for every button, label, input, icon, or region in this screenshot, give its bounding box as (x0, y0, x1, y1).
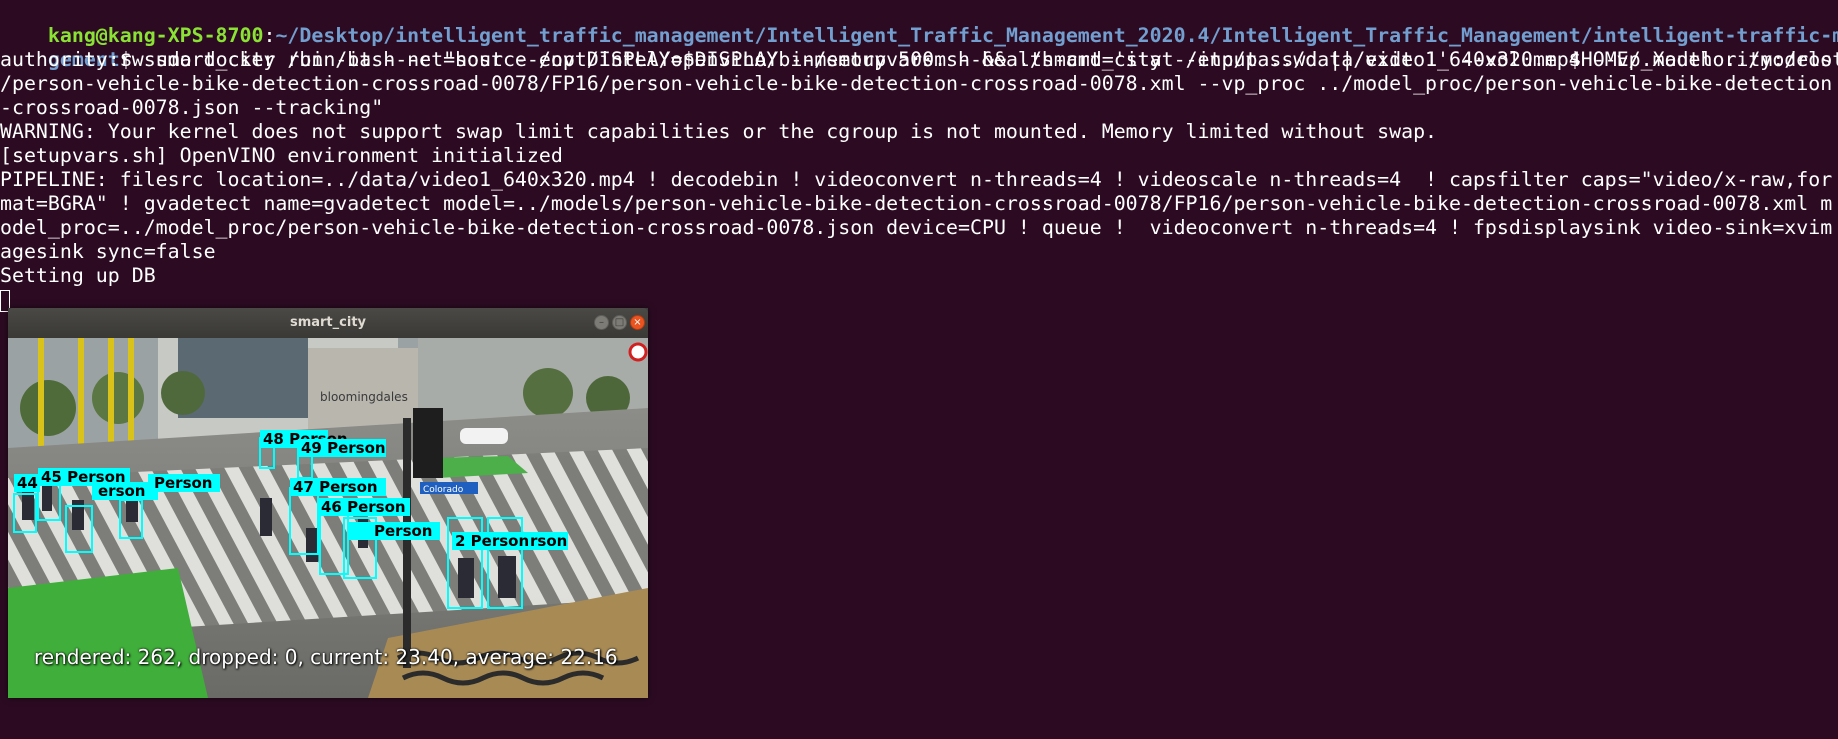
tree (523, 368, 573, 418)
smart-city-window[interactable]: smart_city – □ × bloomingdales Colorado … (8, 308, 648, 698)
tree (161, 371, 205, 415)
maximize-button[interactable]: □ (612, 315, 627, 330)
terminal-output-line: Setting up DB (0, 264, 156, 287)
street-scene: bloomingdales Colorado 48 49 Person 45 P… (8, 338, 648, 698)
no-turn-sign (628, 342, 648, 362)
detection-label: 49 Person (301, 439, 386, 457)
terminal-output-line: agesink sync=false (0, 240, 216, 263)
terminal-output-line: odel_proc=../model_proc/person-vehicle-b… (0, 216, 1833, 239)
fps-overlay: rendered: 262, dropped: 0, current: 23.4… (34, 645, 618, 669)
terminal-output-line: WARNING: Your kernel does not support sw… (0, 120, 1438, 143)
street-sign-text: Colorado (423, 485, 464, 495)
terminal-output-line: [setupvars.sh] OpenVINO environment init… (0, 144, 563, 167)
terminal-output-line: /person-vehicle-bike-detection-crossroad… (0, 72, 1833, 95)
detection-label: 2 Person (455, 532, 529, 550)
minimize-button[interactable]: – (594, 315, 609, 330)
detection-label: erson (98, 482, 145, 500)
detection-label: Person (374, 522, 432, 540)
bike-lane (8, 568, 208, 698)
terminal-line-prompt-1: kang@kang-XPS-8700:~/Desktop/intelligent… (0, 0, 1838, 47)
tree (92, 372, 144, 424)
terminal-line-prompt-2: gement$ sudo docker run -it --net=host -… (0, 24, 1838, 71)
detection-label: rson (530, 532, 567, 550)
tree (20, 380, 76, 436)
store-sign: bloomingdales (320, 390, 408, 404)
terminal-output-line: mat=BGRA" ! gvadetect name=gvadetect mod… (0, 192, 1833, 215)
close-button[interactable]: × (630, 315, 645, 330)
terminal-output-line: PIPELINE: filesrc location=../data/video… (0, 168, 1833, 191)
white-car (460, 428, 508, 444)
video-frame: bloomingdales Colorado 48 49 Person 45 P… (8, 338, 648, 698)
detection-label: 47 Person (293, 478, 378, 496)
window-titlebar[interactable]: smart_city – □ × (8, 308, 648, 338)
window-title: smart_city (289, 315, 367, 330)
detection-label: 46 Person (321, 498, 406, 516)
detection-label: Person (154, 474, 212, 492)
terminal-output-line: -crossroad-0078.json --tracking" (0, 96, 384, 119)
terminal-output-line: authority:rw smart_city /bin/bash -c "so… (0, 48, 1833, 71)
traffic-pole (403, 418, 411, 668)
detection-label: 44 (17, 474, 38, 492)
